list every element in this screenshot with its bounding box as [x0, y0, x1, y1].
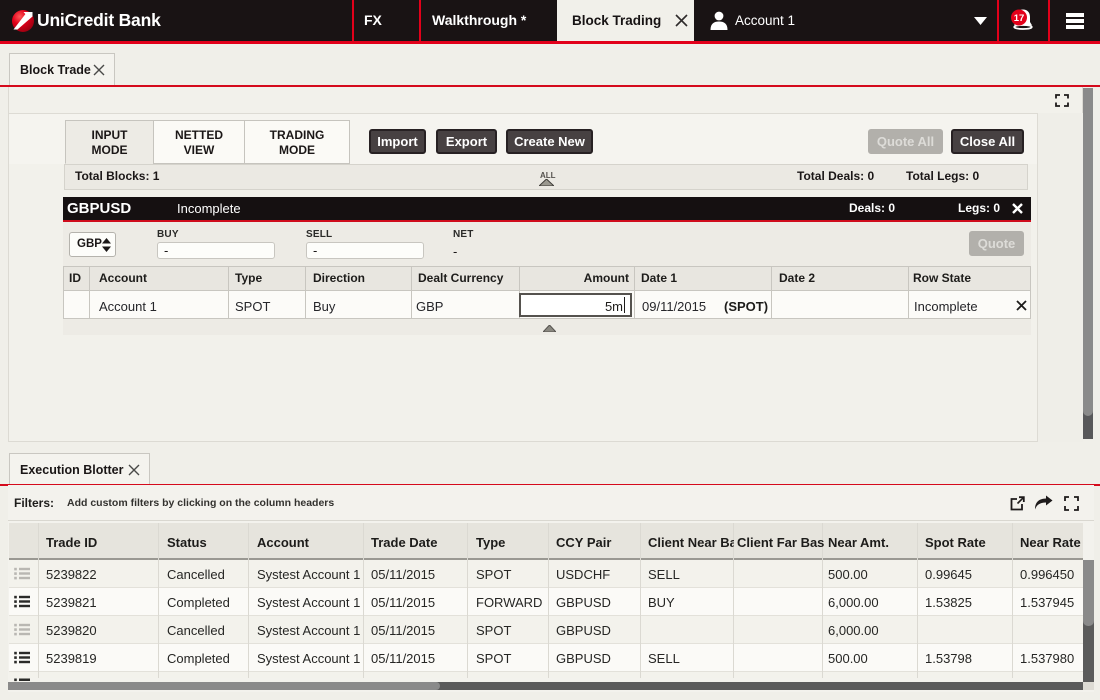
svg-text:17: 17 [1014, 13, 1025, 24]
